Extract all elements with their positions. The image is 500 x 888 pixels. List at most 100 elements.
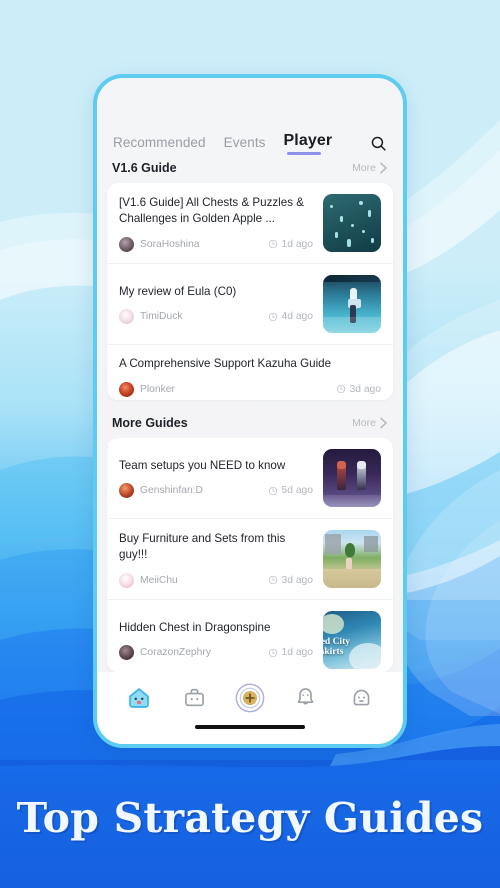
clock-icon [268, 648, 277, 658]
thumbnail-art [323, 449, 381, 508]
timestamp-group: 5d ago [260, 485, 314, 497]
author-name: SoraHoshina [140, 238, 200, 250]
list-item[interactable]: Hidden Chest in Dragonspine CorazonZephr… [107, 599, 393, 672]
list-item-title: [V1.6 Guide] All Chests & Puzzles & Chal… [119, 195, 304, 226]
timestamp-group: 1d ago [260, 647, 314, 659]
thumbnail[interactable] [323, 275, 381, 334]
avatar [119, 572, 134, 588]
list-item-meta: Genshinfan:D 5d ago [119, 483, 314, 499]
section-title: V1.6 Guide [112, 161, 177, 176]
clock-icon [336, 384, 345, 394]
chevron-right-icon [379, 162, 388, 174]
guide-card-more: Team setups you NEED to know Genshinfan:… [107, 438, 393, 673]
timestamp-group: 3d ago [328, 383, 382, 395]
list-item-meta: Plonker 3d ago [119, 381, 382, 397]
list-item-meta: CorazonZephry 1d ago [119, 645, 314, 661]
list-item-meta: SoraHoshina 1d ago [119, 236, 314, 252]
chevron-right-icon [379, 417, 388, 429]
avatar [119, 236, 134, 252]
list-item-title: Hidden Chest in Dragonspine [119, 621, 271, 635]
list-item-meta: MeiiChu 3d ago [119, 572, 314, 588]
profile-ghost-icon [353, 689, 370, 706]
author-name: MeiiChu [140, 574, 178, 586]
thumbnail[interactable] [323, 194, 381, 253]
list-item-content: Team setups you NEED to know Genshinfan:… [119, 458, 314, 499]
timestamp-group: 3d ago [260, 574, 314, 586]
author-name: Plonker [140, 383, 175, 395]
list-item[interactable]: [V1.6 Guide] All Chests & Puzzles & Chal… [107, 183, 393, 263]
nav-profile-button[interactable] [344, 681, 378, 715]
banner-headline: Top Strategy Guides [16, 794, 484, 842]
list-item-content: [V1.6 Guide] All Chests & Puzzles & Chal… [119, 195, 313, 252]
clock-icon [268, 486, 277, 496]
list-item-title: My review of Eula (C0) [119, 284, 237, 298]
section-header-more-guides: More Guides More [97, 400, 403, 438]
timestamp: 1d ago [281, 238, 314, 250]
author-name: TimiDuck [140, 311, 183, 323]
promo-banner: Top Strategy Guides [0, 748, 500, 888]
timestamp-group: 1d ago [260, 238, 314, 250]
nav-create-post-button[interactable] [233, 681, 267, 715]
more-label: More [352, 417, 376, 430]
thumbnail[interactable]: ed City skirts [323, 611, 381, 670]
toolbox-icon [184, 688, 204, 707]
avatar [119, 381, 134, 397]
search-button[interactable] [370, 135, 387, 155]
author-name: CorazonZephry [140, 647, 211, 659]
nav-home-button[interactable] [122, 681, 156, 715]
bell-icon [297, 688, 314, 705]
list-item[interactable]: Team setups you NEED to know Genshinfan:… [107, 438, 393, 518]
list-item-content: Hidden Chest in Dragonspine CorazonZephr… [119, 620, 314, 661]
timestamp: 3d ago [281, 574, 314, 586]
home-slime-icon [128, 687, 149, 708]
author-name: Genshinfan:D [140, 485, 203, 497]
thumbnail-art: ed City skirts [323, 611, 381, 670]
section-header-v16-guide: V1.6 Guide More [97, 155, 403, 183]
list-item[interactable]: Buy Furniture and Sets from this guy!!! … [107, 518, 393, 599]
guide-card-v16: [V1.6 Guide] All Chests & Puzzles & Chal… [107, 183, 393, 401]
thumbnail[interactable] [323, 530, 381, 589]
tab-events[interactable]: Events [224, 135, 266, 155]
nav-notifications-button[interactable] [289, 681, 323, 715]
nav-toolbox-button[interactable] [177, 681, 211, 715]
bottom-navigation [97, 672, 403, 723]
top-tab-bar: Recommended Events Player [97, 78, 403, 156]
clock-icon [268, 312, 277, 321]
clock-icon [268, 239, 277, 249]
avatar [119, 309, 134, 325]
add-post-icon [235, 683, 265, 712]
timestamp: 3d ago [349, 383, 382, 395]
thumbnail-art [323, 275, 381, 334]
thumbnail-caption-line1: ed City [323, 636, 350, 647]
list-item-content: My review of Eula (C0) TimiDuck 4d ago [119, 284, 314, 325]
timestamp: 5d ago [281, 485, 314, 497]
list-item-content: A Comprehensive Support Kazuha Guide Plo… [119, 356, 382, 397]
tab-recommended[interactable]: Recommended [113, 135, 206, 155]
more-link-v16-guide[interactable]: More [352, 162, 388, 174]
timestamp-group: 4d ago [260, 311, 314, 323]
thumbnail-caption-line2: skirts [323, 647, 344, 658]
thumbnail[interactable] [323, 449, 381, 508]
avatar [119, 645, 134, 661]
tab-player[interactable]: Player [284, 132, 333, 156]
timestamp: 4d ago [281, 311, 314, 323]
list-item[interactable]: My review of Eula (C0) TimiDuck 4d ago [107, 263, 393, 344]
list-item-title: Buy Furniture and Sets from this guy!!! [119, 531, 286, 562]
section-title: More Guides [112, 416, 188, 431]
list-item-title: Team setups you NEED to know [119, 459, 286, 473]
clock-icon [268, 576, 277, 585]
avatar [119, 483, 134, 499]
list-item-meta: TimiDuck 4d ago [119, 309, 314, 325]
list-item[interactable]: A Comprehensive Support Kazuha Guide Plo… [107, 344, 393, 400]
search-icon [371, 136, 386, 151]
more-label: More [352, 162, 376, 175]
phone-mockup: Recommended Events Player V1.6 Guide Mor… [93, 74, 407, 748]
more-link-more-guides[interactable]: More [352, 417, 388, 429]
thumbnail-art [323, 530, 381, 589]
home-indicator-bar[interactable] [195, 724, 305, 729]
list-item-title: A Comprehensive Support Kazuha Guide [119, 357, 332, 371]
timestamp: 1d ago [281, 647, 314, 659]
list-item-content: Buy Furniture and Sets from this guy!!! … [119, 531, 313, 588]
home-indicator-area [97, 722, 403, 744]
app-screen: Recommended Events Player V1.6 Guide Mor… [97, 78, 403, 744]
